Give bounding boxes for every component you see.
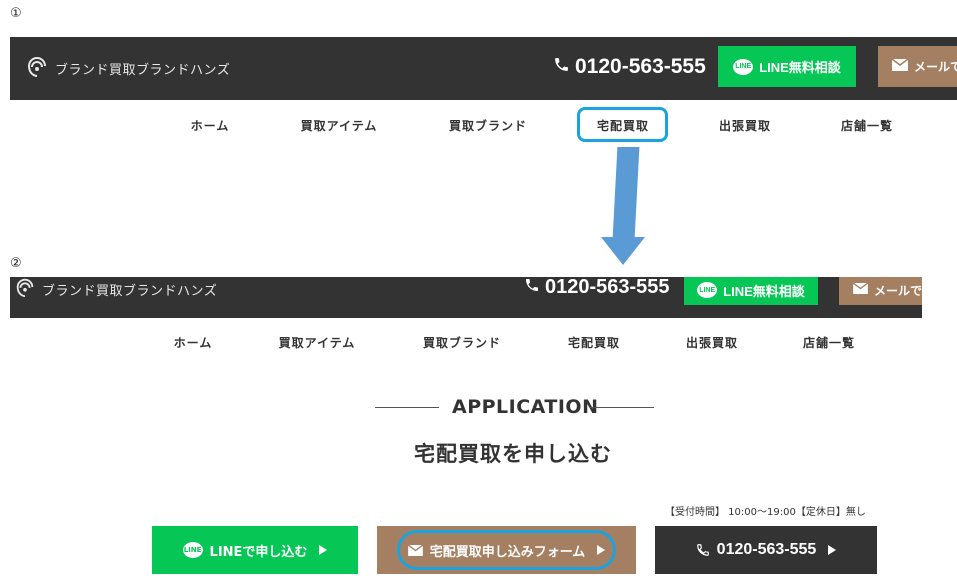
wifi-swirl-logo-icon bbox=[25, 54, 55, 82]
line-logo-icon: LINE bbox=[697, 282, 718, 298]
line-logo-icon: LINE bbox=[182, 542, 203, 558]
envelope-icon bbox=[891, 58, 914, 74]
site-header-scrolled: ブランド買取ブランドハンズ 0120-563-555 LINE LINE無料相談… bbox=[10, 277, 922, 318]
nav-item-visit[interactable]: 出張買取 bbox=[719, 117, 771, 134]
nav-item-home[interactable]: ホーム bbox=[191, 117, 230, 134]
line-consult-label: LINE無料相談 bbox=[759, 60, 841, 75]
title-rule-left bbox=[375, 407, 439, 408]
phone-number-text: 0120-563-555 bbox=[545, 277, 670, 298]
title-rule-right bbox=[590, 407, 654, 408]
header-phone-number[interactable]: 0120-563-555 bbox=[524, 277, 670, 299]
phone-icon bbox=[696, 543, 710, 557]
wifi-swirl-logo-icon bbox=[14, 277, 42, 302]
section-subtitle: 宅配買取を申し込む bbox=[414, 442, 612, 466]
down-arrow-shaft bbox=[612, 147, 640, 239]
nav-item-home[interactable]: ホーム bbox=[174, 334, 213, 351]
main-nav-scrolled: ホーム 買取アイテム 買取ブランド 宅配買取 出張買取 店舗一覧 bbox=[0, 334, 957, 354]
nav-item-stores[interactable]: 店舗一覧 bbox=[803, 334, 855, 351]
header-phone-number[interactable]: 0120-563-555 bbox=[553, 55, 706, 79]
envelope-icon bbox=[852, 282, 874, 297]
line-consult-button[interactable]: LINE LINE無料相談 bbox=[684, 277, 818, 305]
delivery-nav-highlight bbox=[577, 107, 668, 142]
main-nav-top: ホーム 買取アイテム 買取ブランド 宅配買取 出張買取 店舗一覧 bbox=[0, 117, 957, 137]
nav-item-brands[interactable]: 買取ブランド bbox=[423, 334, 501, 351]
mail-consult-button[interactable]: メールで bbox=[839, 277, 922, 305]
phone-apply-button[interactable]: 0120-563-555 bbox=[655, 526, 877, 574]
delivery-form-highlight bbox=[397, 530, 616, 570]
nav-item-items[interactable]: 買取アイテム bbox=[279, 334, 356, 351]
down-arrow-icon bbox=[601, 237, 645, 265]
nav-item-items[interactable]: 買取アイテム bbox=[301, 117, 378, 134]
site-logo[interactable]: ブランド買取ブランドハンズ bbox=[14, 277, 217, 302]
line-consult-button[interactable]: LINE LINE無料相談 bbox=[718, 46, 856, 87]
play-triangle-icon bbox=[319, 545, 328, 555]
line-logo-icon: LINE bbox=[733, 58, 754, 75]
step-one-marker: ① bbox=[10, 6, 22, 21]
nav-item-delivery[interactable]: 宅配買取 bbox=[568, 334, 620, 351]
phone-icon bbox=[553, 55, 575, 79]
mail-consult-label: メールで bbox=[874, 283, 922, 298]
site-logo[interactable]: ブランド買取ブランドハンズ bbox=[25, 54, 230, 82]
section-title: APPLICATION bbox=[452, 396, 599, 418]
site-header-top: ブランド買取ブランドハンズ 0120-563-555 LINE LINE無料相談… bbox=[10, 37, 957, 100]
nav-item-stores[interactable]: 店舗一覧 bbox=[841, 117, 893, 134]
business-hours: 【受付時間】 10:00〜19:00【定休日】無し bbox=[665, 507, 866, 518]
phone-icon bbox=[524, 277, 545, 299]
nav-item-brands[interactable]: 買取ブランド bbox=[449, 117, 527, 134]
phone-apply-label: 0120-563-555 bbox=[716, 541, 817, 558]
logo-text: ブランド買取ブランドハンズ bbox=[55, 62, 231, 78]
line-consult-label: LINE無料相談 bbox=[723, 283, 805, 299]
line-apply-label: LINEで申し込む bbox=[209, 544, 308, 560]
phone-number-text: 0120-563-555 bbox=[575, 55, 706, 78]
play-triangle-icon bbox=[828, 545, 837, 555]
logo-text: ブランド買取ブランドハンズ bbox=[42, 283, 218, 299]
mail-consult-button[interactable]: メールで bbox=[878, 46, 957, 87]
step-two-marker: ② bbox=[10, 256, 22, 271]
nav-item-visit[interactable]: 出張買取 bbox=[686, 334, 738, 351]
mail-consult-label: メールで bbox=[914, 60, 957, 74]
line-apply-button[interactable]: LINE LINEで申し込む bbox=[152, 526, 358, 574]
